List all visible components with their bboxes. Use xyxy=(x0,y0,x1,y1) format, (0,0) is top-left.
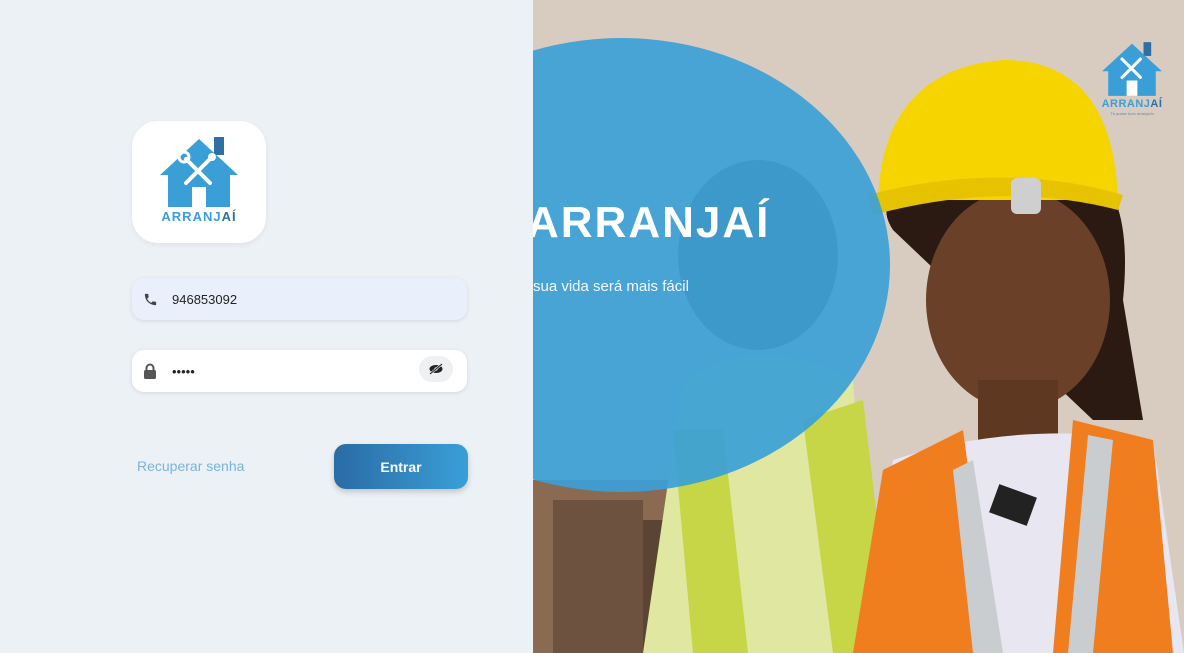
house-tools-icon xyxy=(1102,42,1162,96)
eye-off-icon xyxy=(429,363,443,375)
hero-title: ARRANJAÍ xyxy=(533,198,771,247)
lock-icon xyxy=(142,363,158,379)
phone-icon xyxy=(142,291,158,307)
recover-password-link[interactable]: Recuperar senha xyxy=(137,458,244,474)
app-logo: ARRANJAÍ xyxy=(132,121,266,243)
login-panel: ARRANJAÍ Recuperar senha Ent xyxy=(0,0,533,653)
login-screen: ARRANJAÍ Recuperar senha Ent xyxy=(0,0,1184,653)
password-input[interactable] xyxy=(170,362,404,380)
hero-panel: ARRANJAÍ sua vida será mais fácil ARRANJ… xyxy=(533,0,1184,653)
app-logo-wordmark: ARRANJAÍ xyxy=(161,208,237,224)
corner-logo-tagline: Tá quase tudo arranjado xyxy=(1110,111,1154,116)
house-tools-icon xyxy=(160,136,238,207)
corner-logo: ARRANJAÍ Tá quase tudo arranjado xyxy=(1095,40,1169,116)
login-button[interactable]: Entrar xyxy=(334,444,468,489)
corner-logo-wordmark: ARRANJAÍ xyxy=(1101,98,1163,110)
toggle-password-visibility-button[interactable] xyxy=(419,356,453,382)
phone-field[interactable] xyxy=(132,278,467,320)
phone-input[interactable] xyxy=(170,290,404,308)
hero-subtitle: sua vida será mais fácil xyxy=(533,278,689,295)
password-field[interactable] xyxy=(132,350,467,392)
